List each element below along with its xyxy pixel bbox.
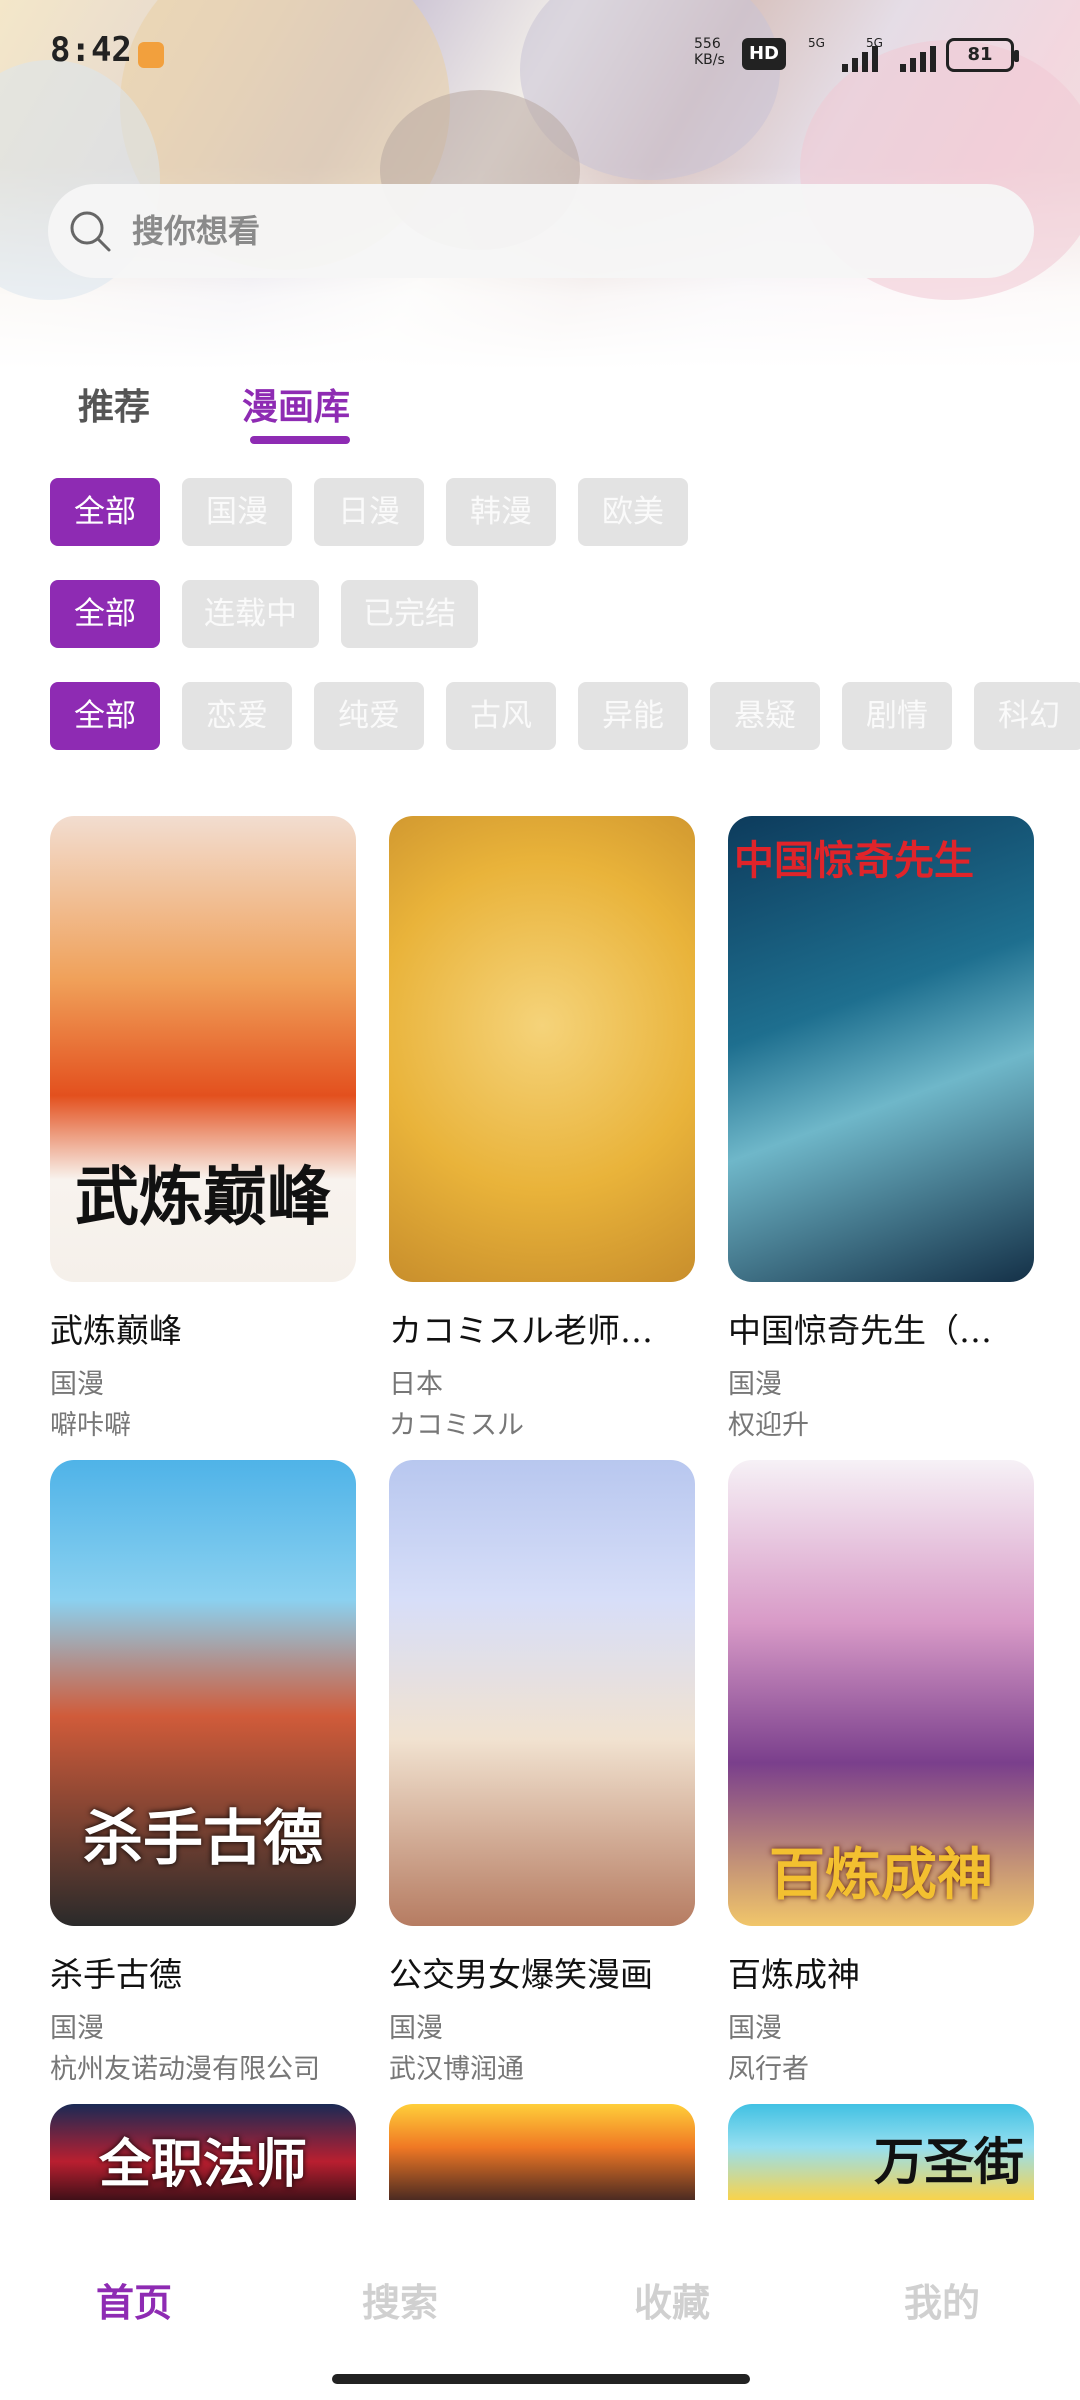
signal-icon: 5G — [866, 36, 936, 72]
filter-genre-mystery[interactable]: 悬疑 — [710, 682, 820, 750]
comic-cover[interactable]: 全职法师 — [50, 2104, 356, 2200]
comic-card[interactable]: 万圣街 — [728, 2104, 1034, 2200]
filter-status-all[interactable]: 全部 — [50, 580, 160, 648]
comic-title[interactable]: 中国惊奇先生（… — [728, 1304, 1034, 1352]
home-indicator[interactable] — [332, 2374, 750, 2384]
comic-region: 日本 — [389, 1369, 443, 1400]
status-filter: 全部 连载中 已完结 — [50, 580, 478, 648]
filter-genre-superpower[interactable]: 异能 — [578, 682, 688, 750]
comic-title[interactable]: 杀手古德 — [50, 1948, 356, 1996]
cover-title-art: 武炼巅峰 — [75, 1160, 331, 1235]
filter-genre-all[interactable]: 全部 — [50, 682, 160, 750]
comic-card[interactable]: 中国惊奇先生 中国惊奇先生（… 国漫 权迎升 — [728, 816, 1034, 1442]
notification-app-icon — [138, 42, 164, 68]
comic-card[interactable]: 公交男女爆笑漫画 国漫 武汉博润通 — [389, 1460, 695, 2086]
search-icon — [68, 209, 112, 253]
bottom-navigation: 首页 搜索 收藏 我的 — [0, 2202, 1080, 2400]
active-tab-indicator — [250, 436, 350, 444]
filter-region-japanese[interactable]: 日漫 — [314, 478, 424, 546]
nav-profile[interactable]: 我的 — [904, 2272, 980, 2327]
comic-author: 权迎升 — [728, 1410, 809, 1441]
content-tabs: 推荐 漫画库 — [0, 378, 1080, 448]
nav-home[interactable]: 首页 — [96, 2272, 172, 2327]
network-speed: 556 KB/s — [694, 36, 725, 68]
comic-cover[interactable]: 武炼巅峰 — [50, 816, 356, 1282]
comic-region: 国漫 — [50, 1369, 104, 1400]
comic-card[interactable]: 百炼成神 百炼成神 国漫 凤行者 — [728, 1460, 1034, 2086]
comic-card[interactable]: カコミスル老师… 日本 カコミスル — [389, 816, 695, 1442]
comic-card[interactable]: 武炼巅峰 武炼巅峰 国漫 噼咔噼 — [50, 816, 356, 1442]
status-bar: 8:42 556 KB/s HD 5G 5G 81 — [0, 0, 1080, 100]
comic-region: 国漫 — [728, 1369, 782, 1400]
filter-genre-pure-love[interactable]: 纯爱 — [314, 682, 424, 750]
comic-region: 国漫 — [50, 2013, 104, 2044]
comic-title[interactable]: 武炼巅峰 — [50, 1304, 356, 1352]
comic-author: 凤行者 — [728, 2054, 809, 2085]
comic-card[interactable]: 杀手古德 杀手古德 国漫 杭州友诺动漫有限公司 — [50, 1460, 356, 2086]
cover-title-art: 全职法师 — [98, 2134, 307, 2195]
comic-author: カコミスル — [389, 1410, 524, 1441]
comic-author: 噼咔噼 — [50, 1410, 131, 1441]
nav-favorites[interactable]: 收藏 — [634, 2272, 710, 2327]
filter-genre-ancient[interactable]: 古风 — [446, 682, 556, 750]
comic-cover[interactable] — [389, 2104, 695, 2200]
comic-cover[interactable]: 万圣街 — [728, 2104, 1034, 2200]
search-input[interactable] — [132, 212, 932, 250]
comic-cover[interactable] — [389, 816, 695, 1282]
filter-genre-drama[interactable]: 剧情 — [842, 682, 952, 750]
comic-cover[interactable]: 杀手古德 — [50, 1460, 356, 1926]
comic-title[interactable]: 百炼成神 — [728, 1948, 1034, 1996]
tab-comic-library[interactable]: 漫画库 — [242, 378, 350, 430]
comic-cover[interactable]: 百炼成神 — [728, 1460, 1034, 1926]
status-time: 8:42 — [50, 30, 132, 70]
region-filter: 全部 国漫 日漫 韩漫 欧美 — [50, 478, 688, 546]
filter-region-chinese[interactable]: 国漫 — [182, 478, 292, 546]
filter-region-western[interactable]: 欧美 — [578, 478, 688, 546]
nav-search[interactable]: 搜索 — [362, 2272, 438, 2327]
filter-genre-scifi[interactable]: 科幻 — [974, 682, 1080, 750]
comic-author: 武汉博润通 — [389, 2054, 524, 2085]
cover-title-art: 中国惊奇先生 — [734, 837, 974, 884]
cover-title-art: 万圣街 — [874, 2132, 1024, 2191]
comic-cover[interactable]: 中国惊奇先生 — [728, 816, 1034, 1282]
hd-badge: HD — [742, 38, 786, 70]
search-bar[interactable] — [48, 184, 1034, 278]
filter-genre-romance[interactable]: 恋爱 — [182, 682, 292, 750]
comic-card[interactable]: 全职法师 — [50, 2104, 356, 2200]
tab-recommend[interactable]: 推荐 — [78, 378, 150, 430]
comic-region: 国漫 — [389, 2013, 443, 2044]
filter-status-completed[interactable]: 已完结 — [341, 580, 478, 648]
comic-region: 国漫 — [728, 2013, 782, 2044]
battery-icon: 81 — [946, 38, 1019, 72]
cover-title-art: 杀手古德 — [83, 1804, 323, 1874]
comic-cover[interactable] — [389, 1460, 695, 1926]
comic-title[interactable]: 公交男女爆笑漫画 — [389, 1948, 695, 1996]
comic-card[interactable] — [389, 2104, 695, 2200]
filter-status-ongoing[interactable]: 连载中 — [182, 580, 319, 648]
genre-filter: 全部 恋爱 纯爱 古风 异能 悬疑 剧情 科幻 — [50, 682, 1080, 750]
comic-title[interactable]: カコミスル老师… — [389, 1304, 695, 1352]
cover-title-art: 百炼成神 — [769, 1842, 993, 1908]
comic-author: 杭州友诺动漫有限公司 — [50, 2054, 320, 2085]
filter-region-all[interactable]: 全部 — [50, 478, 160, 546]
filter-region-korean[interactable]: 韩漫 — [446, 478, 556, 546]
